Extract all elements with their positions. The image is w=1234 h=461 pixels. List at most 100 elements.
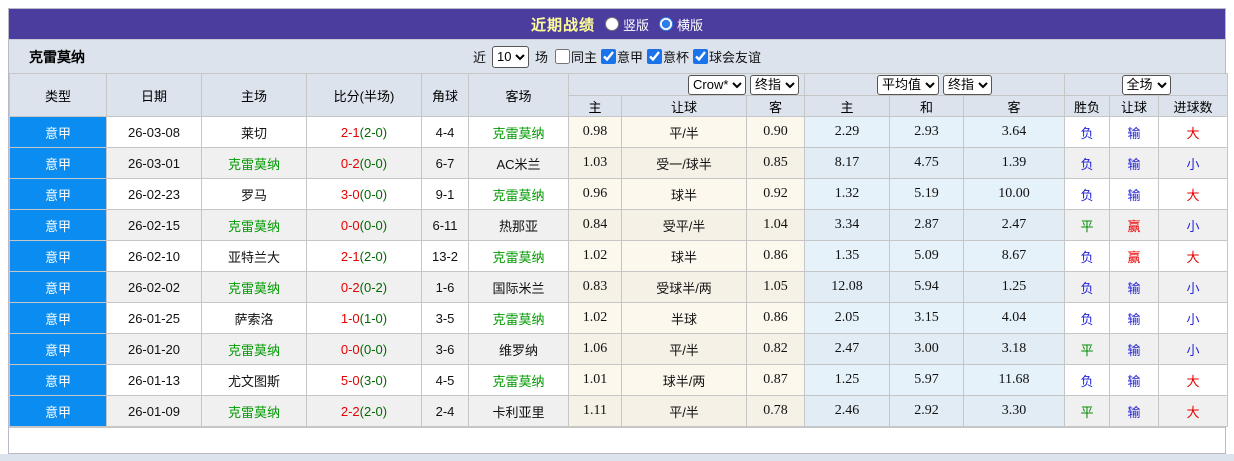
col-header-corner: 角球 (421, 73, 469, 117)
table-row: 意甲 26-03-01 克雷莫纳 0-2(0-0) 6-7 AC米兰 1.03 … (9, 147, 1229, 179)
halftime-score: (0-2) (359, 279, 388, 295)
cell-handicap-line: 平/半 (621, 116, 747, 148)
cell-away-team: 克雷莫纳 (468, 178, 569, 210)
cell-score: 0-2(0-2) (306, 271, 422, 303)
cell-score: 1-0(1-0) (306, 302, 422, 334)
cell-asia-away-odds: 0.92 (745, 178, 806, 210)
cell-asia-away-odds: 1.04 (745, 209, 806, 241)
table-header: 类型 日期 主场 比分(半场) 角球 客场 Crow*终指 平均值终指 全场 (9, 73, 1229, 117)
layout-radio-input[interactable] (659, 17, 673, 31)
cell-goals-result: 小 (1158, 333, 1229, 365)
cell-euro-home-odds: 3.34 (804, 209, 891, 241)
cell-euro-home-odds: 1.32 (804, 178, 891, 210)
layout-radio-input[interactable] (604, 17, 619, 31)
cell-away-team: 卡利亚里 (468, 395, 569, 427)
table-row: 意甲 26-02-10 亚特兰大 2-1(2-0) 13-2 克雷莫纳 1.02… (9, 240, 1229, 272)
league-filter-checkbox-input[interactable] (693, 49, 709, 64)
cell-league-type: 意甲 (9, 395, 107, 427)
cell-euro-home-odds: 8.17 (804, 147, 891, 179)
halftime-score: (0-0) (359, 217, 388, 233)
league-filter-checkbox[interactable]: 同主 (551, 47, 597, 66)
recent-count-select[interactable]: 10 (491, 45, 529, 68)
cell-league-type: 意甲 (9, 271, 107, 303)
cell-match-result: 负 (1064, 302, 1111, 334)
fulltime-score: 5-0 (340, 372, 360, 388)
league-filter-checkbox-label: 意甲 (617, 50, 644, 65)
cell-date: 26-03-01 (106, 147, 202, 179)
cell-euro-draw-odds: 3.15 (889, 302, 965, 334)
table-row: 意甲 26-01-25 萨索洛 1-0(1-0) 3-5 克雷莫纳 1.02 半… (9, 302, 1229, 334)
subcol-asia-home: 主 (568, 95, 622, 117)
cell-match-result: 负 (1064, 240, 1111, 272)
cell-goals-result: 小 (1158, 271, 1229, 303)
cell-score: 0-2(0-0) (306, 147, 422, 179)
cell-date: 26-02-10 (106, 240, 202, 272)
cell-euro-home-odds: 2.46 (804, 395, 891, 427)
euro-source-select[interactable]: 平均值 (877, 74, 940, 95)
subcol-euro-home: 主 (804, 95, 891, 117)
col-header-score: 比分(半场) (306, 73, 422, 117)
results-table: 类型 日期 主场 比分(半场) 角球 客场 Crow*终指 平均值终指 全场 (9, 73, 1229, 427)
cell-handicap-line: 受球半/两 (621, 271, 747, 303)
cell-away-team: AC米兰 (468, 147, 569, 179)
cell-asia-home-odds: 1.02 (568, 302, 622, 334)
cell-euro-away-odds: 2.47 (963, 209, 1066, 241)
cell-match-result: 负 (1064, 364, 1111, 396)
league-filter-checkbox[interactable]: 球会友谊 (689, 47, 761, 66)
league-filter-checkbox[interactable]: 意杯 (643, 47, 689, 66)
cell-away-team: 克雷莫纳 (468, 240, 569, 272)
cell-date: 26-02-15 (106, 209, 202, 241)
table-row: 意甲 26-03-08 莱切 2-1(2-0) 4-4 克雷莫纳 0.98 平/… (9, 116, 1229, 148)
team-name-label: 克雷莫纳 (29, 48, 85, 65)
euro-stage-select[interactable]: 终指 (943, 74, 993, 95)
league-filter-checkbox-input[interactable] (647, 49, 663, 64)
cell-euro-away-odds: 8.67 (963, 240, 1066, 272)
cell-corner: 6-11 (421, 209, 469, 241)
cell-corner: 4-5 (421, 364, 469, 396)
subcol-result: 胜负 (1064, 95, 1111, 117)
subcol-handicap-result: 让球 (1109, 95, 1160, 117)
cell-league-type: 意甲 (9, 147, 107, 179)
cell-asia-away-odds: 0.90 (745, 116, 806, 148)
halftime-score: (2-0) (359, 124, 388, 140)
cell-euro-away-odds: 11.68 (963, 364, 1066, 396)
cell-euro-away-odds: 1.39 (963, 147, 1066, 179)
cell-euro-home-odds: 1.35 (804, 240, 891, 272)
cell-asia-home-odds: 0.96 (568, 178, 622, 210)
recent-results-widget: 近期战绩 竖版 横版 克雷莫纳 近 10 场 同主 意甲 意杯 球会友谊 类型 … (8, 8, 1229, 454)
cell-score: 2-2(2-0) (306, 395, 422, 427)
subcol-handicap: 让球 (621, 95, 747, 117)
cell-euro-home-odds: 1.25 (804, 364, 891, 396)
cell-home-team: 尤文图斯 (201, 364, 307, 396)
cell-score: 2-1(2-0) (306, 240, 422, 272)
asia-bookmaker-select[interactable]: Crow* (688, 74, 747, 95)
table-row: 意甲 26-01-13 尤文图斯 5-0(3-0) 4-5 克雷莫纳 1.01 … (9, 364, 1229, 396)
subcol-euro-away: 客 (963, 95, 1066, 117)
layout-radio-option[interactable]: 横版 (659, 15, 703, 34)
league-filter-checkbox-input[interactable] (554, 49, 570, 64)
result-scope-select[interactable]: 全场 (1121, 74, 1171, 95)
cell-euro-home-odds: 2.05 (804, 302, 891, 334)
cell-corner: 4-4 (421, 116, 469, 148)
cell-match-result: 平 (1064, 333, 1111, 365)
cell-home-team: 克雷莫纳 (201, 147, 307, 179)
cell-match-result: 平 (1064, 395, 1111, 427)
halftime-score: (0-0) (359, 155, 388, 171)
title-bar: 近期战绩 竖版 横版 (9, 9, 1225, 39)
cell-asia-away-odds: 0.86 (745, 240, 806, 272)
result-group-header: 全场 (1064, 73, 1229, 96)
cell-date: 26-01-13 (106, 364, 202, 396)
page-title: 近期战绩 (530, 16, 595, 34)
fulltime-score: 0-0 (340, 217, 360, 233)
summary-footer (9, 427, 1225, 453)
cell-goals-result: 大 (1158, 395, 1229, 427)
layout-radio-option[interactable]: 竖版 (604, 15, 649, 34)
asia-stage-select[interactable]: 终指 (750, 74, 800, 95)
cell-home-team: 克雷莫纳 (201, 333, 307, 365)
league-filter-checkbox[interactable]: 意甲 (597, 47, 643, 66)
cell-home-team: 萨索洛 (201, 302, 307, 334)
cell-away-team: 维罗纳 (468, 333, 569, 365)
league-filter-checkbox-input[interactable] (601, 49, 616, 64)
cell-home-team: 亚特兰大 (201, 240, 307, 272)
cell-corner: 2-4 (421, 395, 469, 427)
